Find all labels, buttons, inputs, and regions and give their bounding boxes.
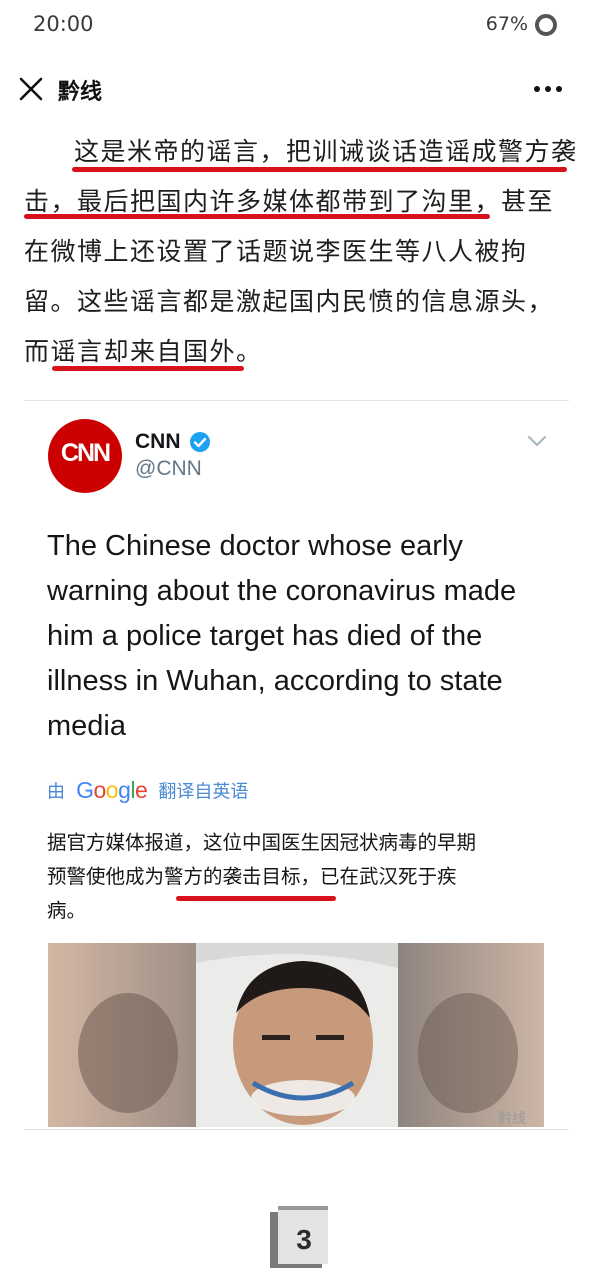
status-bar: 20:00 67% <box>0 0 590 52</box>
google-logo: Google <box>76 777 148 803</box>
red-underline <box>72 167 567 172</box>
more-button[interactable] <box>530 74 566 104</box>
red-underline <box>52 366 244 371</box>
close-button[interactable] <box>14 72 48 106</box>
article-line: 而谣言却来自国外。 <box>24 337 263 366</box>
more-icon <box>534 86 562 92</box>
translation-line: 预警使他成为警方的袭击目标，已在武汉死于疾 <box>47 865 457 888</box>
doctor-photo <box>48 943 544 1127</box>
account-name[interactable]: CNN <box>135 430 181 454</box>
article-line: 留。这些谣言都是激起国内民愤的信息源头， <box>24 287 555 316</box>
divider <box>24 1129 569 1130</box>
battery-icon <box>535 14 557 36</box>
translation-line: 据官方媒体报道，这位中国医生因冠状病毒的早期 <box>47 831 477 854</box>
battery-level: 67% <box>485 13 528 35</box>
tweet-line: him a police target has died of the <box>47 620 483 652</box>
tweet-line: illness in Wuhan, according to state <box>47 665 503 697</box>
page-title: 黔线 <box>58 80 103 105</box>
nav-bar: 黔线 <box>0 52 590 124</box>
logo-text: CNN <box>60 439 111 467</box>
tweet-line: media <box>47 710 126 742</box>
tweet-line: The Chinese doctor whose early <box>47 530 463 562</box>
verified-badge-icon <box>190 432 210 452</box>
translate-row[interactable]: 由 Google 翻译自英语 <box>47 777 248 807</box>
account-handle[interactable]: @CNN <box>135 457 202 481</box>
divider <box>24 400 569 401</box>
status-time: 20:00 <box>33 12 94 36</box>
page-number: 3 <box>296 1224 312 1255</box>
tweet-text: The Chinese doctor whose early warning a… <box>47 524 567 749</box>
watermark: 黔线 <box>498 1111 526 1127</box>
cnn-logo[interactable]: CNN <box>48 419 122 493</box>
close-icon <box>19 77 43 101</box>
red-underline <box>176 896 336 901</box>
article-line: 在微博上还设置了话题说李医生等八人被拘 <box>24 237 528 266</box>
translate-by-label: 由 <box>47 781 65 803</box>
article-line: 这是米帝的谣言，把训诫谈话造谣成警方袭 <box>74 137 578 166</box>
red-underline <box>24 214 490 219</box>
article-line: 击，最后把国内许多媒体都带到了沟里，甚至 <box>24 187 555 216</box>
tweet-photo[interactable] <box>48 943 544 1127</box>
chevron-down-icon[interactable] <box>525 432 549 450</box>
tweet-line: warning about the coronavirus made <box>47 575 517 607</box>
translation-line: 病。 <box>47 899 87 922</box>
translate-from-label: 翻译自英语 <box>158 781 249 803</box>
